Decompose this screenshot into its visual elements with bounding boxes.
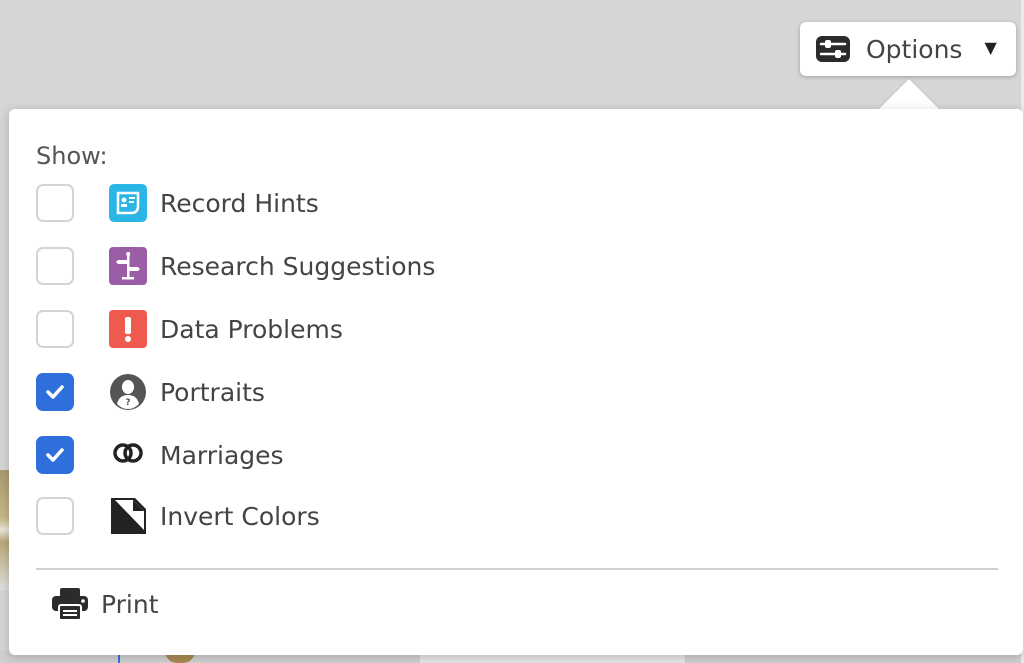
data-problems-icon	[109, 310, 147, 348]
checkbox-record-hints[interactable]	[36, 184, 74, 222]
options-panel: Show: Record Hints Research Suggestions …	[9, 109, 1023, 655]
print-button[interactable]: Print	[51, 584, 159, 624]
checkmark-icon	[46, 385, 64, 399]
checkbox-marriages[interactable]	[36, 436, 74, 474]
divider	[36, 568, 998, 570]
record-hints-icon	[109, 184, 147, 222]
option-research-suggestions[interactable]: Research Suggestions	[36, 245, 435, 287]
checkbox-portraits[interactable]	[36, 373, 74, 411]
option-invert-colors[interactable]: Invert Colors	[36, 495, 320, 537]
invert-colors-icon	[109, 497, 147, 535]
option-label: Invert Colors	[160, 501, 320, 531]
options-label: Options	[866, 34, 963, 64]
research-suggestions-icon	[109, 247, 147, 285]
marriage-rings-icon	[109, 436, 147, 474]
option-label: Data Problems	[160, 314, 343, 344]
option-label: Marriages	[160, 440, 284, 470]
checkbox-data-problems[interactable]	[36, 310, 74, 348]
option-label: Record Hints	[160, 188, 319, 218]
option-label: Research Suggestions	[160, 251, 436, 281]
option-label: Portraits	[160, 377, 265, 407]
option-portraits[interactable]: ? Portraits	[36, 371, 265, 413]
sliders-icon	[816, 36, 850, 62]
checkmark-icon	[46, 448, 64, 462]
option-record-hints[interactable]: Record Hints	[36, 182, 319, 224]
show-heading: Show:	[36, 142, 108, 170]
portrait-icon: ?	[109, 373, 147, 411]
options-button[interactable]: Options ▼	[800, 22, 1016, 76]
option-data-problems[interactable]: Data Problems	[36, 308, 343, 350]
printer-icon	[52, 588, 88, 621]
caret-down-icon: ▼	[984, 37, 997, 57]
svg-text:?: ?	[125, 398, 130, 408]
popover-pointer	[879, 79, 939, 109]
print-label: Print	[101, 589, 159, 619]
option-marriages[interactable]: Marriages	[36, 434, 284, 476]
checkbox-invert-colors[interactable]	[36, 497, 74, 535]
checkbox-research-suggestions[interactable]	[36, 247, 74, 285]
